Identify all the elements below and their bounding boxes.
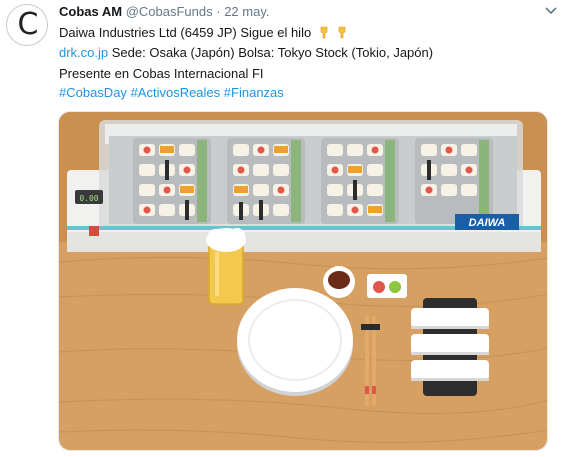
tweet-header: Cobas AM @CobasFunds · 22 may. [59, 4, 269, 19]
hashtag-link[interactable]: #ActivosReales [131, 85, 221, 100]
chevron-down-icon[interactable] [544, 6, 558, 16]
separator-dot: · [216, 4, 221, 19]
machine-display: 0.00 [79, 194, 98, 203]
tweet-text: Daiwa Industries Ltd (6459 JP) Sigue el … [59, 25, 312, 40]
author-name[interactable]: Cobas AM [59, 4, 122, 19]
tweet-date[interactable]: 22 may. [224, 4, 269, 19]
website-link[interactable]: drk.co.jp [59, 45, 108, 60]
tweet-text-line-2: drk.co.jp Sede: Osaka (Japón) Bolsa: Tok… [59, 45, 433, 60]
avatar[interactable]: C [6, 4, 48, 46]
sushi-conveyor-illustration: 0.00 DAIWA [59, 112, 547, 450]
author-handle[interactable]: @CobasFunds [126, 4, 213, 19]
tweet-text: Sede: Osaka (Japón) Bolsa: Tokyo Stock (… [108, 45, 434, 60]
avatar-logo-letter: C [17, 7, 39, 42]
tweet-text-line-1: Daiwa Industries Ltd (6459 JP) Sigue el … [59, 25, 348, 40]
pointing-down-emoji-icon [339, 26, 346, 39]
hashtag-line: #CobasDay #ActivosReales #Finanzas [59, 85, 284, 100]
tweet[interactable]: C Cobas AM @CobasFunds · 22 may. Daiwa I… [0, 0, 571, 457]
daiwa-logo: DAIWA [469, 217, 506, 229]
tweet-media-image[interactable]: 0.00 DAIWA [58, 111, 548, 451]
tweet-text-line-3: Presente en Cobas Internacional FI [59, 66, 264, 81]
pointing-down-emoji-icon [320, 26, 328, 39]
tweet-text: Presente en Cobas Internacional FI [59, 66, 264, 81]
hashtag-link[interactable]: #Finanzas [224, 85, 284, 100]
hashtag-link[interactable]: #CobasDay [59, 85, 127, 100]
